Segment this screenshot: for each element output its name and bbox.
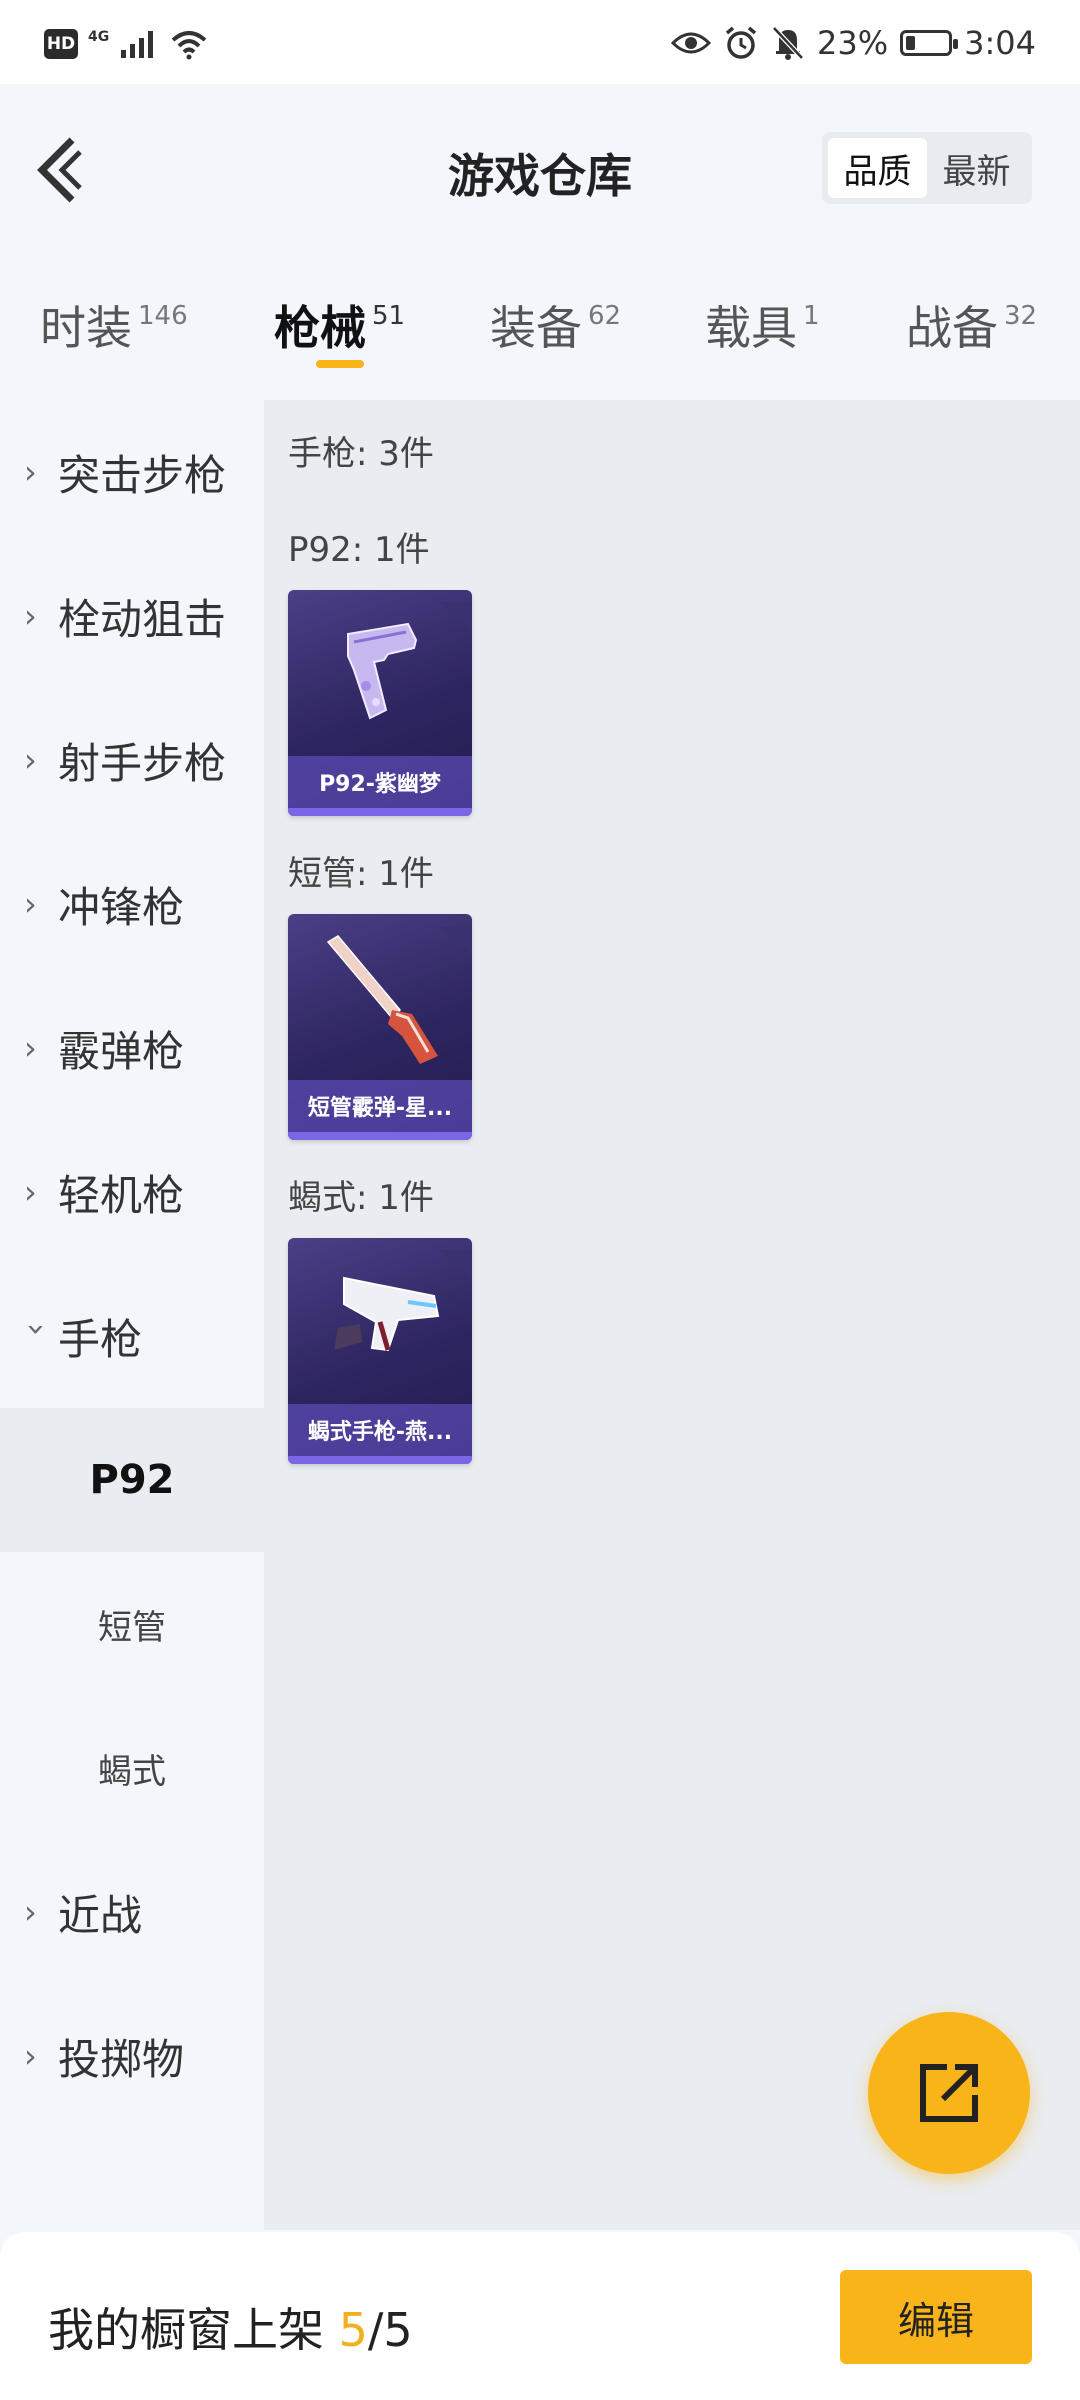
chevron-down-icon: › (18, 1323, 56, 1336)
sort-toggle: 品质 最新 (822, 132, 1032, 204)
active-tab-indicator (316, 360, 364, 368)
chevron-right-icon: › (24, 741, 37, 779)
share-external-icon (920, 2064, 978, 2122)
pistol-image (347, 602, 472, 720)
tab-label: 时装 (40, 301, 132, 355)
tab-vehicles[interactable]: 载具 1 (705, 292, 820, 358)
item-grid-panel: 手枪: 3件 P92: 1件 P92-紫幽梦 短管: 1件 短管霰弹-星... … (264, 400, 1080, 2230)
header: 游戏仓库 品质 最新 (0, 84, 1080, 256)
item-card[interactable]: 蝎式手枪-燕... (288, 1238, 472, 1464)
sidebar-item-melee[interactable]: › 近战 (0, 1840, 264, 1984)
tab-label: 载具 (705, 301, 797, 355)
chevron-right-icon: › (24, 453, 37, 491)
item-card[interactable]: 短管霰弹-星... (288, 914, 472, 1140)
tab-equipment[interactable]: 装备 62 (490, 292, 621, 358)
showcase-status: 我的橱窗上架 5/5 (48, 2294, 413, 2360)
sort-newest-button[interactable]: 最新 (927, 138, 1026, 198)
tab-count: 51 (372, 301, 406, 331)
sidebar-item-lmg[interactable]: › 轻机枪 (0, 1120, 264, 1264)
group-title: 蝎式: 1件 (288, 1178, 434, 1218)
item-card[interactable]: P92-紫幽梦 (288, 590, 472, 816)
sidebar-item-throwables[interactable]: › 投掷物 (0, 1984, 264, 2128)
sidebar-item-label: 冲锋枪 (58, 882, 185, 932)
item-name: 短管霰弹-星... (288, 1080, 472, 1132)
showcase-current-count: 5 (338, 2303, 368, 2357)
edit-button[interactable]: 编辑 (840, 2270, 1032, 2364)
tab-count: 32 (1004, 301, 1038, 331)
bottom-bar: 我的橱窗上架 5/5 编辑 (0, 2232, 1080, 2400)
tab-count: 1 (803, 301, 820, 331)
sidebar-item-label: 近战 (58, 1890, 143, 1940)
rarity-strip (288, 1132, 472, 1140)
smg-image (334, 1250, 472, 1352)
bell-off-icon (772, 26, 804, 60)
sidebar-item-shotgun[interactable]: › 霰弹枪 (0, 976, 264, 1120)
tab-supplies[interactable]: 战备 32 (906, 292, 1037, 358)
item-name: 蝎式手枪-燕... (288, 1404, 472, 1456)
alarm-icon (725, 26, 757, 59)
tab-fashion[interactable]: 时装 146 (40, 292, 188, 358)
battery-icon (900, 30, 959, 56)
hd-badge: HD (44, 29, 78, 59)
signal-icon (121, 31, 154, 58)
network-type-label: 4G (88, 29, 110, 45)
chevron-right-icon: › (24, 2037, 37, 2075)
tab-count: 146 (138, 301, 188, 331)
sidebar-item-label: 手枪 (58, 1314, 143, 1364)
showcase-total: /5 (367, 2303, 413, 2357)
tab-firearms[interactable]: 枪械 51 (274, 292, 405, 358)
showcase-label: 我的橱窗上架 (48, 2303, 324, 2357)
tab-count: 62 (588, 301, 622, 331)
chevron-right-icon: › (24, 1029, 37, 1067)
status-bar: HD 4G 23% 3:04 (0, 0, 1080, 84)
tab-label: 装备 (490, 301, 582, 355)
sidebar-item-pistol[interactable]: › 手枪 (0, 1264, 264, 1408)
share-button[interactable] (868, 2012, 1030, 2174)
category-tabs: 时装 146 枪械 51 装备 62 载具 1 战备 32 (0, 256, 1080, 396)
chevron-right-icon: › (24, 1893, 37, 1931)
sidebar-item-smg[interactable]: › 冲锋枪 (0, 832, 264, 976)
group-title: 短管: 1件 (288, 854, 434, 894)
rarity-strip (288, 1456, 472, 1464)
sidebar-subitem-p92[interactable]: P92 (0, 1408, 264, 1552)
shotgun-image (326, 926, 472, 1064)
item-name: P92-紫幽梦 (288, 756, 472, 808)
sidebar-subitem-short-barrel[interactable]: 短管 (0, 1552, 264, 1696)
sidebar-item-bolt-sniper[interactable]: › 栓动狙击 (0, 544, 264, 688)
battery-percent: 23% (817, 24, 889, 62)
category-summary: 手枪: 3件 (288, 434, 434, 474)
rarity-strip (288, 808, 472, 816)
sidebar-item-label: 轻机枪 (58, 1170, 185, 1220)
sort-quality-button[interactable]: 品质 (828, 138, 927, 198)
sidebar-item-label: 突击步枪 (58, 450, 227, 500)
sidebar-subitem-scorpion[interactable]: 蝎式 (0, 1696, 264, 1840)
tab-label: 战备 (906, 301, 998, 355)
sidebar-item-assault-rifle[interactable]: › 突击步枪 (0, 400, 264, 544)
sidebar-item-label: 射手步枪 (58, 738, 227, 788)
chevron-right-icon: › (24, 1173, 37, 1211)
sidebar-item-label: 栓动狙击 (58, 594, 227, 644)
sidebar-item-label: 霰弹枪 (58, 1026, 185, 1076)
chevron-right-icon: › (24, 597, 37, 635)
chevron-right-icon: › (24, 885, 37, 923)
weapon-type-sidebar: › 突击步枪 › 栓动狙击 › 射手步枪 › 冲锋枪 › 霰弹枪 › 轻机枪 ›… (0, 400, 264, 2230)
sidebar-item-label: 投掷物 (58, 2034, 185, 2084)
sidebar-item-marksman-rifle[interactable]: › 射手步枪 (0, 688, 264, 832)
group-title: P92: 1件 (288, 530, 430, 570)
eye-icon (671, 32, 712, 54)
clock-time: 3:04 (964, 24, 1036, 62)
wifi-icon (171, 31, 207, 60)
battery-fill (906, 36, 916, 50)
tab-label: 枪械 (274, 301, 366, 355)
